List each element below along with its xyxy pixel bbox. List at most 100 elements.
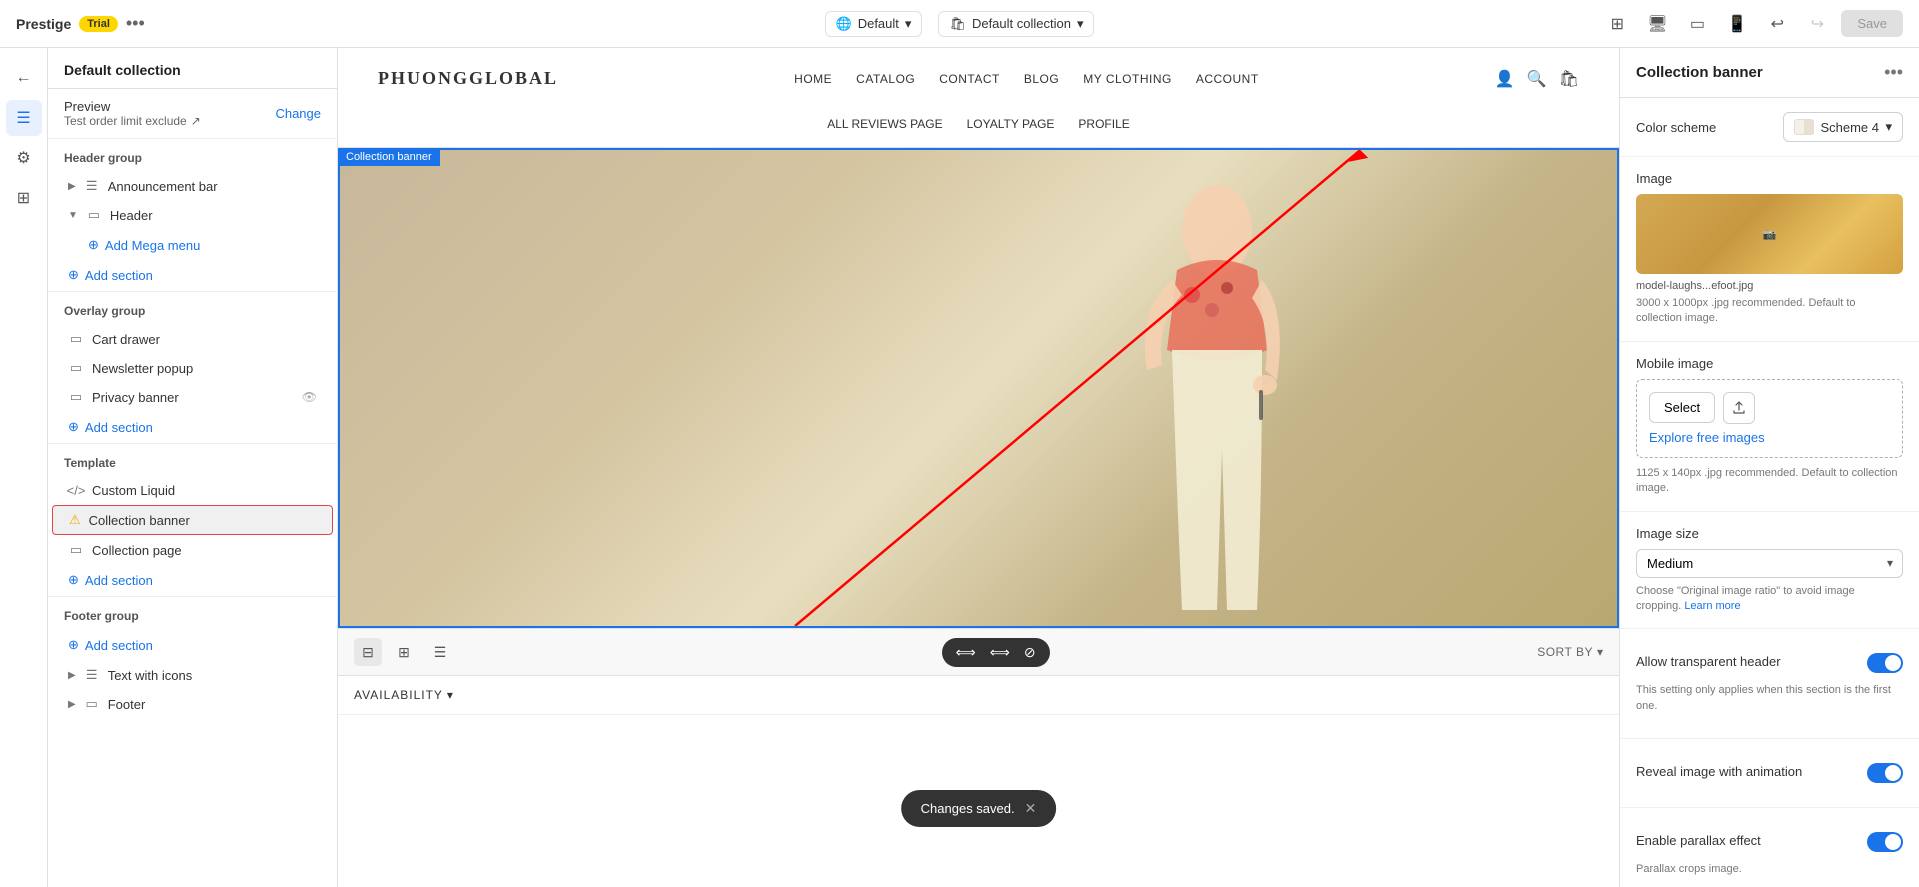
canvas-scroll[interactable]: PHUONGGLOBAL HOME CATALOG CONTACT BLOG M…	[338, 48, 1619, 887]
product-filters: AVAILABILITY ▾	[338, 676, 1619, 715]
cart-icon2[interactable]: 🛍	[1559, 69, 1579, 89]
template-label: Template	[48, 444, 337, 476]
select-btn[interactable]: Select	[1649, 392, 1715, 423]
nav-all-reviews[interactable]: ALL REVIEWS PAGE	[827, 117, 942, 131]
parallax-row: Enable parallax effect	[1636, 822, 1903, 862]
sort-btn[interactable]: ⟺	[988, 642, 1012, 663]
grid-large-btn[interactable]: ⊟	[354, 638, 382, 666]
announcement-icon: ☰	[84, 178, 100, 194]
sidebar-item-text-with-icons[interactable]: ▶ ☰ Text with icons	[52, 661, 333, 689]
undo-btn[interactable]: ↩	[1761, 8, 1793, 40]
mobile-view-btn[interactable]: 📱	[1721, 8, 1753, 40]
reveal-image-toggle[interactable]	[1867, 763, 1903, 783]
collection-select[interactable]: 🛍 Default collection ▾	[938, 11, 1094, 37]
add-section-header-btn[interactable]: ⊕ Add section	[52, 261, 333, 289]
nav-my-clothing[interactable]: MY CLOTHING	[1083, 72, 1172, 86]
list-btn[interactable]: ☰	[426, 638, 454, 666]
footer-group-label: Footer group	[48, 597, 337, 629]
collection-page-label: Collection page	[92, 543, 317, 558]
explore-free-images-link[interactable]: Explore free images	[1649, 430, 1890, 445]
sidebar-item-cart-drawer[interactable]: ▭ Cart drawer	[52, 325, 333, 353]
nav-blog[interactable]: BLOG	[1024, 72, 1059, 86]
topbar-center: 🌐 Default ▾ 🛍 Default collection ▾	[648, 11, 1272, 37]
nav-bottom: ALL REVIEWS PAGE LOYALTY PAGE PROFILE	[338, 109, 1619, 147]
chevron-down-icon2: ▾	[1077, 16, 1084, 32]
nav-loyalty[interactable]: LOYALTY PAGE	[967, 117, 1055, 131]
scheme-value: Scheme 4	[1820, 120, 1879, 135]
sidebar-item-newsletter[interactable]: ▭ Newsletter popup	[52, 354, 333, 382]
panel-title: Default collection	[64, 62, 321, 78]
liquid-icon: </>	[68, 483, 84, 498]
collection-banner-tag: Collection banner	[338, 148, 440, 166]
nav-profile[interactable]: PROFILE	[1078, 117, 1129, 131]
apps-btn[interactable]: ⊞	[6, 180, 42, 216]
chevron-down-icon: ▾	[905, 16, 912, 32]
image-section: Image 📷 model-laughs...efoot.jpg 3000 x …	[1620, 157, 1919, 342]
add-mega-menu-btn[interactable]: ⊕ Add Mega menu	[52, 231, 333, 259]
globe-icon: 🌐	[836, 16, 852, 32]
plus-icon: ⊕	[88, 237, 99, 253]
upload-icon-btn[interactable]	[1723, 392, 1755, 424]
settings-header: Collection banner •••	[1620, 48, 1919, 98]
plus-icon5: ⊕	[68, 637, 79, 653]
parallax-label: Enable parallax effect	[1636, 833, 1761, 848]
search-icon[interactable]: 🔍	[1527, 69, 1547, 89]
image-size-select[interactable]: Small Medium Large Original image ratio	[1636, 549, 1903, 578]
nav-home[interactable]: HOME	[794, 72, 832, 86]
grid-view-btn[interactable]: ⊞	[1601, 8, 1633, 40]
back-btn[interactable]: ←	[6, 60, 42, 96]
settings-title: Collection banner	[1636, 64, 1763, 81]
transparent-header-toggle[interactable]	[1867, 653, 1903, 673]
save-button[interactable]: Save	[1841, 10, 1903, 37]
default-select[interactable]: 🌐 Default ▾	[825, 11, 923, 37]
image-preview[interactable]: 📷	[1636, 194, 1903, 274]
warning-icon: ⚠	[69, 512, 81, 528]
collection-icon: 🛍	[949, 16, 966, 32]
default-label: Default	[858, 16, 899, 31]
image-overlay-text: 📷	[1763, 228, 1777, 241]
privacy-label: Privacy banner	[92, 390, 294, 405]
desktop-view-btn[interactable]: 🖥	[1641, 8, 1673, 40]
nav-contact[interactable]: CONTACT	[939, 72, 1000, 86]
tablet-view-btn[interactable]: ▭	[1681, 8, 1713, 40]
sidebar-item-custom-liquid[interactable]: </> Custom Liquid	[52, 477, 333, 504]
panel-header: Default collection	[48, 48, 337, 89]
sidebar-item-collection-page[interactable]: ▭ Collection page	[52, 536, 333, 564]
image-filename: model-laughs...efoot.jpg	[1636, 280, 1903, 292]
image-size-label: Image size	[1636, 526, 1903, 541]
icon-sidebar: ← ☰ ⚙ ⊞	[0, 48, 48, 887]
filter-btn[interactable]: ⟺	[954, 642, 978, 663]
more-btn[interactable]: ⊘	[1022, 642, 1038, 663]
sort-label: SORT BY	[1537, 645, 1593, 659]
sidebar-item-announcement-bar[interactable]: ▶ ☰ Announcement bar	[52, 172, 333, 200]
topbar-more-btn[interactable]: •••	[126, 13, 145, 34]
grid-small-btn[interactable]: ⊞	[390, 638, 418, 666]
toast-close-btn[interactable]: ✕	[1025, 800, 1037, 817]
add-section-overlay-btn[interactable]: ⊕ Add section	[52, 413, 333, 441]
reveal-image-label: Reveal image with animation	[1636, 764, 1802, 779]
nav-links: HOME CATALOG CONTACT BLOG MY CLOTHING AC…	[794, 72, 1259, 86]
settings-btn[interactable]: ⚙	[6, 140, 42, 176]
color-scheme-select[interactable]: Scheme 4 ▾	[1783, 112, 1903, 142]
collection-banner-image	[338, 148, 1619, 628]
sidebar-item-privacy-banner[interactable]: ▭ Privacy banner 👁	[52, 383, 333, 411]
sections-btn[interactable]: ☰	[6, 100, 42, 136]
sidebar-item-header[interactable]: ▼ ▭ Header	[52, 201, 333, 229]
expand-icon2: ▼	[68, 210, 78, 221]
sidebar-item-label: Announcement bar	[108, 179, 317, 194]
availability-filter[interactable]: AVAILABILITY ▾	[354, 688, 454, 702]
change-link[interactable]: Change	[275, 106, 321, 121]
redo-btn[interactable]: ↪	[1801, 8, 1833, 40]
user-icon[interactable]: 👤	[1495, 69, 1515, 89]
add-section-template-btn[interactable]: ⊕ Add section	[52, 566, 333, 594]
image-desc: 3000 x 1000px .jpg recommended. Default …	[1636, 296, 1903, 327]
parallax-toggle[interactable]	[1867, 832, 1903, 852]
sidebar-item-collection-banner[interactable]: ⚠ Collection banner	[52, 505, 333, 535]
nav-account[interactable]: ACCOUNT	[1196, 72, 1259, 86]
nav-catalog[interactable]: CATALOG	[856, 72, 915, 86]
add-section-footer-btn[interactable]: ⊕ Add section	[52, 631, 333, 659]
settings-more-btn[interactable]: •••	[1884, 62, 1903, 83]
learn-more-link[interactable]: Learn more	[1684, 600, 1740, 612]
scheme-swatch	[1794, 119, 1814, 135]
sidebar-item-footer[interactable]: ▶ ▭ Footer	[52, 690, 333, 718]
